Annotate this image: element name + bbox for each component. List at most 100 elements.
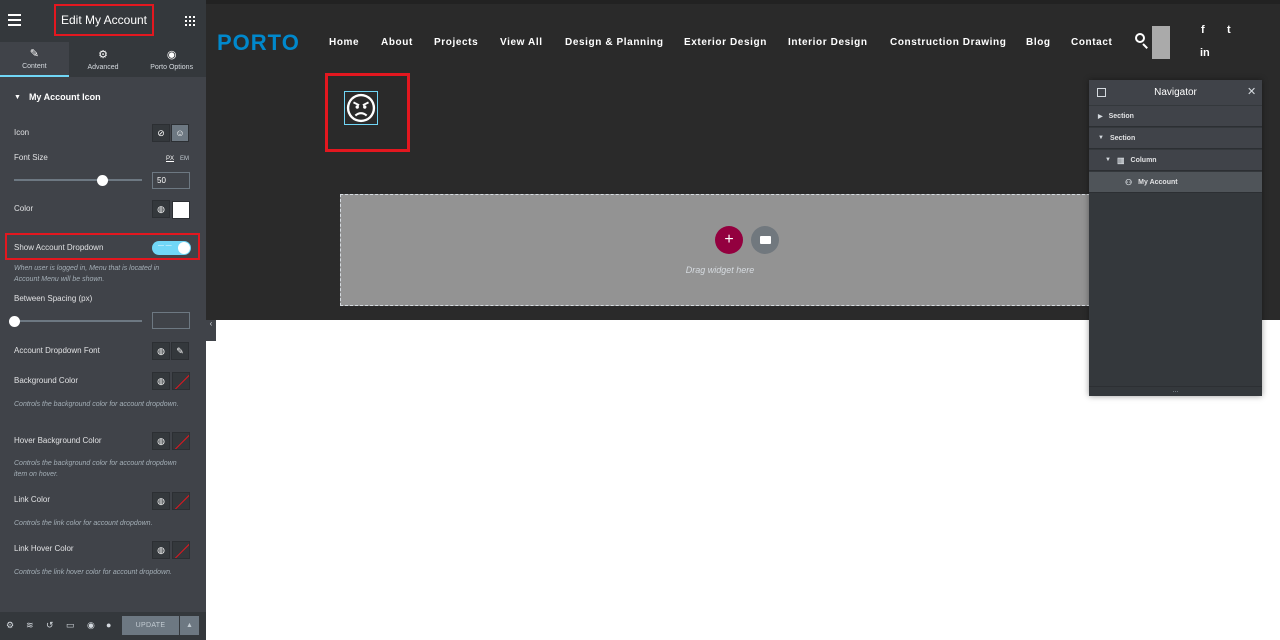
navigator-resize-handle[interactable]: ... (1089, 386, 1262, 396)
add-section-plus-icon[interactable]: + (715, 226, 743, 254)
font-size-slider-track[interactable] (14, 179, 142, 181)
linkedin-icon[interactable]: in (1200, 47, 1210, 59)
icon-none-button[interactable]: ⊘ (152, 124, 170, 142)
spacing-slider-track[interactable] (14, 320, 142, 322)
facebook-icon[interactable]: f (1201, 24, 1205, 36)
nav-view-all[interactable]: View All (500, 37, 543, 48)
bg-color-swatch[interactable] (172, 372, 190, 390)
navigator-item-label: My Account (1138, 178, 1178, 186)
panel-tabs: ✎ Content ⚙ Advanced ◉ Porto Options (0, 42, 206, 77)
nav-blog[interactable]: Blog (1026, 37, 1051, 48)
hover-bg-label: Hover Background Color (14, 436, 102, 445)
link-hover-swatch[interactable] (172, 541, 190, 559)
nav-about[interactable]: About (381, 37, 413, 48)
tab-advanced[interactable]: ⚙ Advanced (69, 42, 138, 77)
font-size-input[interactable]: 50 (152, 172, 190, 189)
show-dropdown-label: Show Account Dropdown (14, 243, 104, 252)
browser-top-strip (206, 0, 1280, 4)
hover-bg-swatch[interactable] (172, 432, 190, 450)
bg-color-description: Controls the background color for accoun… (14, 401, 179, 408)
globe-icon[interactable]: ◍ (152, 200, 170, 218)
tab-porto-options[interactable]: ◉ Porto Options (137, 42, 206, 77)
circle-dot-icon: ◉ (166, 48, 177, 61)
tab-label: Porto Options (150, 63, 194, 71)
tab-content[interactable]: ✎ Content (0, 42, 69, 77)
drag-widget-hint: Drag widget here (685, 265, 755, 275)
icon-library-button[interactable]: ☺ (171, 124, 189, 142)
link-hover-label: Link Hover Color (14, 544, 74, 553)
bg-color-label: Background Color (14, 376, 79, 385)
twitter-icon[interactable]: t (1227, 24, 1231, 36)
nav-exterior-design[interactable]: Exterior Design (684, 37, 767, 48)
navigator-header[interactable]: Navigator ✕ (1089, 80, 1262, 105)
caret-down-icon[interactable]: ▼ (1105, 157, 1111, 163)
widgets-grid-icon[interactable] (185, 16, 195, 26)
edit-pencil-icon[interactable]: ✎ (171, 342, 189, 360)
unit-px[interactable]: PX (166, 156, 174, 162)
globe-icon[interactable]: ◍ (152, 342, 170, 360)
navigator-title: Navigator (1154, 87, 1197, 98)
globe-icon[interactable]: ◍ (152, 492, 170, 510)
link-color-swatch[interactable] (172, 492, 190, 510)
placeholder-image (1152, 26, 1170, 59)
link-hover-description: Controls the link hover color for accoun… (14, 569, 172, 576)
caret-down-icon: ▼ (14, 93, 21, 101)
template-library-folder-icon[interactable] (751, 226, 779, 254)
font-size-label: Font Size (14, 153, 48, 162)
panel-title: Edit My Account (54, 4, 154, 36)
column-icon: ▥ (1116, 155, 1125, 165)
editor-panel: Edit My Account ✎ Content ⚙ Advanced ◉ P… (0, 0, 206, 640)
link-color-label: Link Color (14, 495, 51, 504)
layers-icon[interactable]: ≋ (26, 620, 34, 631)
nav-contact[interactable]: Contact (1071, 37, 1112, 48)
user-icon: ⚇ (1125, 177, 1133, 187)
gear-icon: ⚙ (98, 48, 108, 61)
font-size-slider-handle[interactable] (97, 175, 109, 186)
navigator-item-my-account[interactable]: ⚇ My Account (1089, 172, 1262, 193)
navigator-item-section[interactable]: ▼ Section (1089, 128, 1262, 149)
color-label: Color (14, 204, 34, 213)
icon-label: Icon (14, 128, 30, 137)
show-dropdown-toggle[interactable]: — — (152, 241, 191, 255)
search-icon[interactable] (1135, 33, 1149, 49)
globe-icon[interactable]: ◍ (152, 541, 170, 559)
nav-home[interactable]: Home (329, 37, 359, 48)
my-account-angry-face-icon[interactable] (344, 91, 378, 125)
color-swatch[interactable] (172, 201, 190, 219)
update-button[interactable]: UPDATE (122, 616, 179, 635)
update-options-caret-icon[interactable]: ▲ (180, 616, 199, 635)
settings-icon[interactable]: ⚙ (6, 620, 14, 631)
unit-em[interactable]: EM (180, 156, 189, 162)
site-logo[interactable]: PORTO (217, 30, 300, 56)
navigator-item-label: Column (1130, 156, 1157, 164)
nav-construction-drawing[interactable]: Construction Drawing (890, 37, 1006, 48)
spacing-slider-handle[interactable] (9, 316, 20, 327)
caret-right-icon[interactable]: ▶ (1098, 113, 1103, 120)
responsive-icon[interactable]: ▭ (66, 620, 75, 631)
pencil-icon: ✎ (29, 47, 39, 60)
navigator-panel: Navigator ✕ ▶ Section ▼ Section ▼ ▥ Colu… (1089, 80, 1262, 396)
empty-section-drop-zone[interactable]: + Drag widget here (340, 194, 1100, 306)
show-dropdown-description: When user is logged in, Menu that is loc… (14, 265, 160, 283)
caret-down-icon[interactable]: ▼ (1098, 135, 1104, 141)
hamburger-menu-icon[interactable] (8, 14, 21, 26)
navigator-item-column[interactable]: ▼ ▥ Column (1089, 150, 1262, 171)
nav-interior-design[interactable]: Interior Design (788, 37, 868, 48)
globe-icon[interactable]: ◍ (152, 372, 170, 390)
section-my-account-icon[interactable]: ▼ My Account Icon (0, 77, 206, 117)
globe-icon[interactable]: ◍ (152, 432, 170, 450)
toggle-on-mark: — — (158, 243, 172, 249)
preview-eye-icon[interactable]: ◉ (87, 620, 95, 631)
close-icon[interactable]: ✕ (1247, 85, 1256, 98)
navigator-item-section[interactable]: ▶ Section (1089, 106, 1262, 127)
dropdown-font-label: Account Dropdown Font (14, 346, 100, 355)
hover-bg-description: Controls the background color for accoun… (14, 460, 177, 478)
navigator-item-label: Section (1109, 134, 1136, 142)
tab-label: Content (22, 62, 47, 70)
nav-projects[interactable]: Projects (434, 37, 478, 48)
section-title: My Account Icon (28, 92, 101, 102)
nav-design-planning[interactable]: Design & Planning (565, 37, 664, 48)
porto-icon[interactable]: ● (106, 620, 111, 630)
spacing-input[interactable] (152, 312, 190, 329)
history-icon[interactable]: ↺ (46, 620, 54, 631)
